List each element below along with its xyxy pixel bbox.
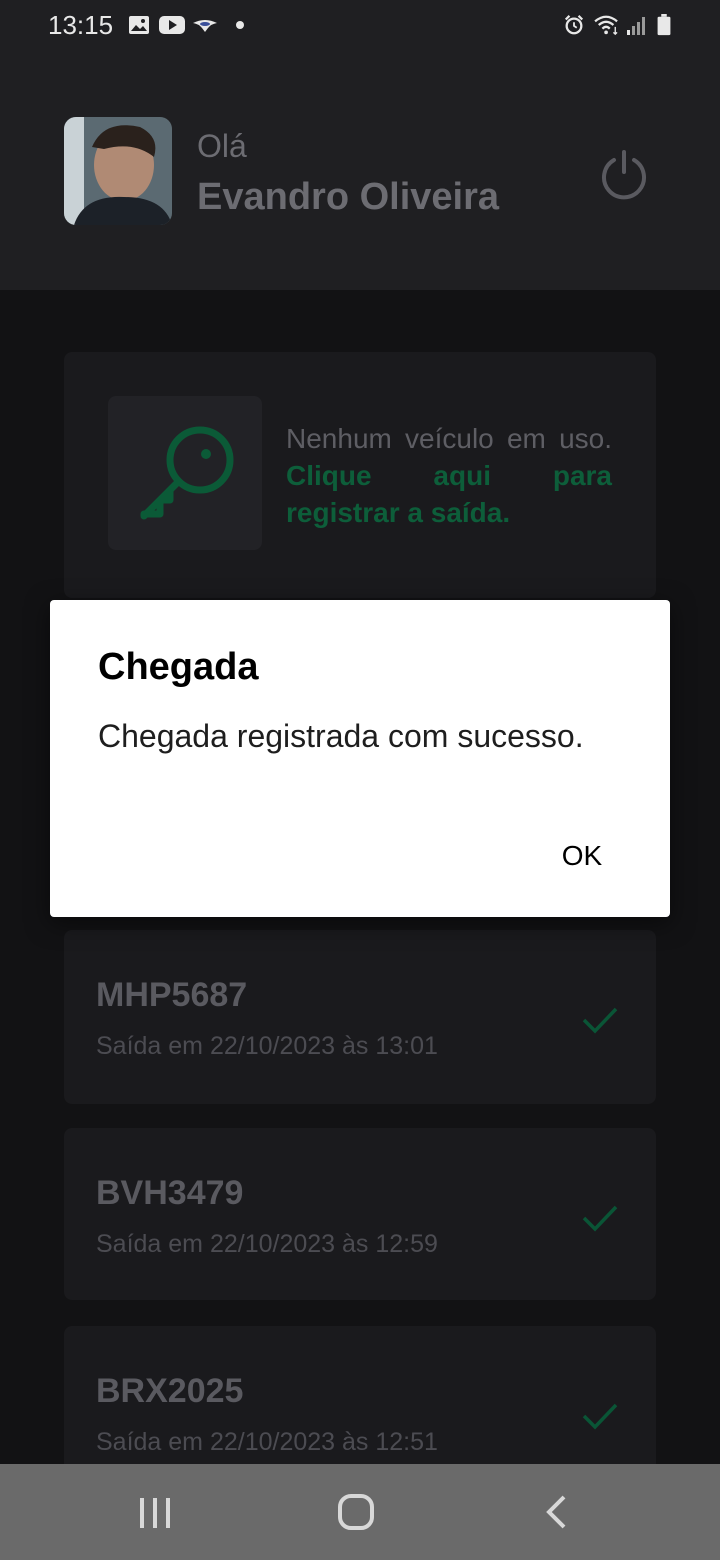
- vehicle-plate: BRX2025: [96, 1372, 244, 1410]
- check-icon: [582, 1205, 618, 1232]
- greeting-text: Olá: [197, 128, 247, 164]
- dot-icon: [236, 21, 244, 29]
- ok-button[interactable]: OK: [542, 830, 622, 882]
- vehicle-exit-info: Saída em 22/10/2023 às 13:01: [96, 1032, 438, 1060]
- check-icon: [582, 1007, 618, 1034]
- status-bar: 13:15: [0, 0, 720, 52]
- power-icon[interactable]: [598, 148, 650, 200]
- user-name: Evandro Oliveira: [197, 176, 500, 218]
- key-icon: [140, 426, 234, 520]
- vehicle-item[interactable]: BRX2025 Saída em 22/10/2023 às 12:51: [64, 1326, 656, 1476]
- signal-icon: [627, 17, 645, 35]
- vehicle-exit-info: Saída em 22/10/2023 às 12:51: [96, 1428, 438, 1456]
- gallery-icon: [129, 16, 149, 34]
- vehicle-item[interactable]: BVH3479 Saída em 22/10/2023 às 12:59: [64, 1128, 656, 1300]
- battery-icon: [657, 14, 671, 36]
- arrival-dialog: Chegada Chegada registrada com sucesso. …: [50, 600, 670, 917]
- vehicle-plate: BVH3479: [96, 1174, 244, 1212]
- navigation-bar: [0, 1464, 720, 1560]
- header: Olá Evandro Oliveira: [0, 52, 720, 290]
- alarm-icon: [564, 15, 584, 35]
- register-exit-link[interactable]: Clique aqui para registrar a saída.: [286, 460, 612, 528]
- no-vehicle-card[interactable]: Nenhum veículo em uso. Clique aqui para …: [64, 352, 656, 598]
- vehicle-plate: MHP5687: [96, 976, 248, 1014]
- no-vehicle-message: Nenhum veículo em uso. Clique aqui para …: [286, 420, 612, 531]
- dialog-message: Chegada registrada com sucesso.: [98, 718, 584, 754]
- check-icon: [582, 1403, 618, 1430]
- wifi-icon: [594, 15, 618, 36]
- home-icon[interactable]: [336, 1492, 376, 1532]
- vehicle-exit-info: Saída em 22/10/2023 às 12:59: [96, 1230, 438, 1258]
- no-vehicle-text: Nenhum veículo em uso.: [286, 423, 612, 454]
- vehicle-item[interactable]: MHP5687 Saída em 22/10/2023 às 13:01: [64, 930, 656, 1104]
- app-icon: [193, 20, 217, 32]
- avatar[interactable]: [64, 117, 172, 225]
- status-time: 13:15: [48, 10, 114, 40]
- youtube-icon: [159, 16, 185, 34]
- key-icon-box: [108, 396, 262, 550]
- back-icon[interactable]: [542, 1494, 572, 1530]
- recents-icon[interactable]: [136, 1496, 174, 1530]
- dialog-title: Chegada: [98, 646, 259, 688]
